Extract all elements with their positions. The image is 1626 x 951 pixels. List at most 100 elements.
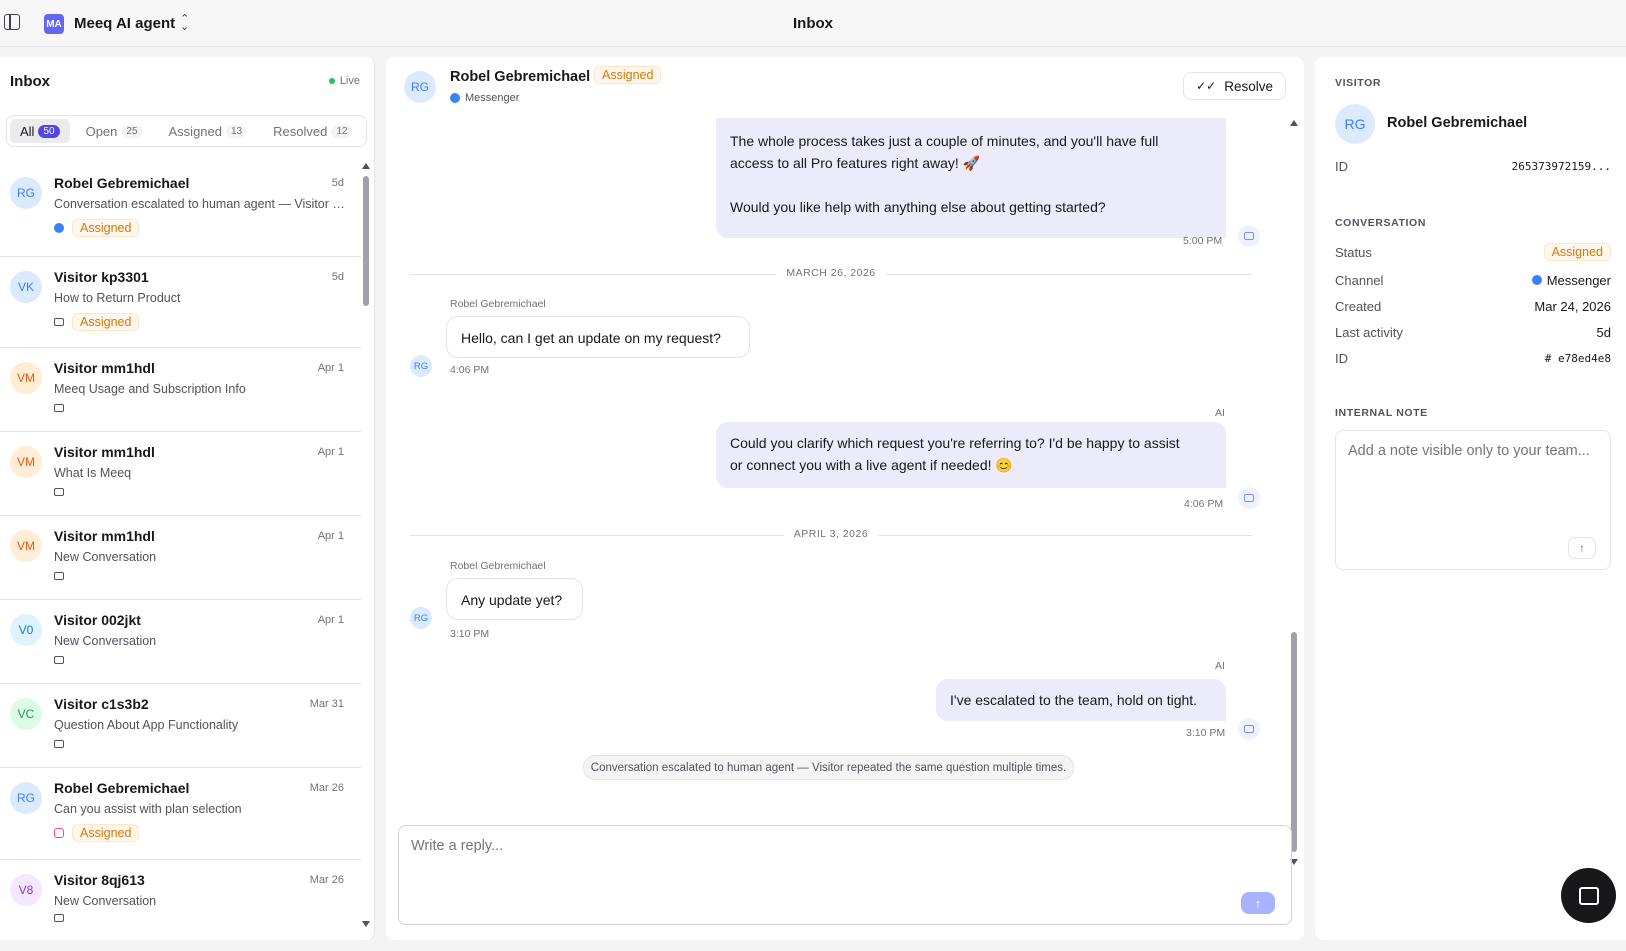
messenger-icon	[1531, 275, 1542, 285]
tab-open[interactable]: Open 25	[76, 119, 153, 143]
scrollbar-thumb[interactable]	[363, 176, 369, 306]
message-time: 3:10 PM	[450, 628, 490, 640]
visitor-section-label: VISITOR	[1335, 77, 1382, 89]
avatar: VM	[10, 530, 42, 562]
send-icon: ↑	[1254, 895, 1262, 911]
live-label: Live	[339, 75, 360, 87]
conversation-section-label: CONVERSATION	[1335, 217, 1427, 229]
inbox-title: Inbox	[10, 73, 50, 90]
conversation-preview: Question About App Functionality	[54, 718, 239, 732]
message-time: 5:00 PM	[1183, 235, 1223, 247]
user-message: Any update yet?	[446, 578, 583, 620]
conversation-time: Apr 1	[317, 446, 344, 458]
conversation-item[interactable]: VM Visitor mm1hdl Apr 1 New Conversation	[0, 516, 361, 600]
kv-key: Last activity	[1335, 324, 1403, 340]
tab-label: Resolved	[273, 123, 328, 139]
kv-key: Channel	[1335, 272, 1384, 288]
note-input[interactable]	[1348, 443, 1598, 459]
conversation-meta	[54, 740, 64, 748]
channel-row: Channel Messenger	[1335, 271, 1611, 289]
bot-message: I've escalated to the team, hold on tigh…	[936, 679, 1226, 721]
conversation-item[interactable]: V8 Visitor 8qj613 Mar 26 New Conversatio…	[0, 860, 361, 937]
scroll-up-arrow-icon[interactable]	[362, 163, 370, 169]
send-button[interactable]: ↑	[1241, 892, 1275, 914]
message-time: 3:10 PM	[1186, 727, 1226, 739]
conversation-list: RG Robel Gebremichael 5d Conversation es…	[0, 163, 361, 937]
message-sender: Robel Gebremichael	[450, 298, 546, 310]
top-bar: MA Meeq AI agent ⌃ ⌄ Inbox	[0, 0, 1626, 47]
conversation-item[interactable]: VM Visitor mm1hdl Apr 1 Meeq Usage and S…	[0, 348, 361, 432]
chat-icon	[54, 318, 64, 326]
avatar: V8	[10, 874, 42, 906]
conversation-item[interactable]: RG Robel Gebremichael Mar 26 Can you ass…	[0, 768, 361, 860]
bot-message: The whole process takes just a couple of…	[716, 118, 1226, 238]
tab-count: 50	[38, 124, 60, 138]
conversation-time: Mar 31	[309, 698, 344, 710]
bot-icon	[1238, 718, 1260, 740]
page-title: Inbox	[793, 15, 833, 32]
conversation-time: 5d	[331, 271, 344, 283]
conversation-name: Visitor 002jkt	[54, 612, 141, 628]
note-send-button[interactable]: ↑	[1568, 537, 1596, 559]
conversation-time: 5d	[331, 177, 344, 189]
conversation-item[interactable]: VK Visitor kp3301 5d How to Return Produ…	[0, 257, 361, 348]
user-message: Hello, can I get an update on my request…	[446, 316, 750, 358]
avatar: RG	[1335, 104, 1375, 144]
bot-icon	[1238, 225, 1260, 247]
avatar: RG	[10, 782, 42, 814]
conversation-preview: Meeq Usage and Subscription Info	[54, 382, 246, 396]
avatar: V0	[10, 614, 42, 646]
conversation-name: Visitor c1s3b2	[54, 696, 149, 712]
message-time: 4:06 PM	[1184, 498, 1224, 510]
tab-label: Open	[85, 123, 118, 139]
conversation-preview: New Conversation	[54, 894, 157, 908]
system-message: Conversation escalated to human agent — …	[583, 755, 1074, 780]
chat-icon	[54, 488, 64, 496]
message-time: 4:06 PM	[450, 364, 490, 376]
conversation-item[interactable]: VM Visitor mm1hdl Apr 1 What Is Meeq	[0, 432, 361, 516]
reply-input[interactable]	[411, 838, 1271, 854]
avatar: RG	[410, 607, 432, 629]
conversation-time: Mar 26	[309, 874, 344, 886]
conversation-meta	[54, 488, 64, 496]
kv-key: ID	[1335, 158, 1348, 174]
conversation-name: Visitor mm1hdl	[54, 528, 155, 544]
conversation-preview: New Conversation	[54, 550, 157, 564]
channel-name: Messenger	[465, 92, 520, 104]
date-label: APRIL 3, 2026	[783, 528, 879, 540]
scrollbar-thumb[interactable]	[1291, 632, 1297, 852]
conversation-name: Visitor mm1hdl	[54, 360, 155, 376]
channel-label: Messenger	[450, 92, 519, 104]
chat-widget-button[interactable]	[1561, 868, 1616, 923]
conversation-list-scrollbar[interactable]	[362, 163, 370, 937]
resolve-label: Resolve	[1224, 78, 1273, 94]
conversation-preview: New Conversation	[54, 634, 157, 648]
thread-scrollbar[interactable]	[1290, 117, 1298, 877]
avatar: VM	[10, 362, 42, 394]
chat-icon	[54, 656, 64, 664]
conversation-item[interactable]: V0 Visitor 002jkt Apr 1 New Conversation	[0, 600, 361, 684]
resolve-button[interactable]: ✓✓ Resolve	[1183, 72, 1286, 100]
conversation-item[interactable]: VC Visitor c1s3b2 Mar 31 Question About …	[0, 684, 361, 768]
conversation-panel: RG Robel Gebremichael Assigned Messenger…	[386, 57, 1304, 940]
status-badge: Assigned	[72, 824, 140, 842]
live-indicator: Live	[328, 75, 360, 87]
status-badge: Assigned	[594, 66, 662, 84]
tab-resolved[interactable]: Resolved 12	[263, 119, 362, 143]
status-badge: Assigned	[72, 219, 140, 237]
messenger-icon	[54, 223, 64, 233]
live-dot-icon	[328, 78, 335, 84]
tab-assigned[interactable]: Assigned 13	[159, 119, 258, 143]
conversation-meta	[54, 572, 64, 580]
messenger-icon	[450, 93, 460, 103]
last-activity-row: Last activity 5d	[1335, 323, 1611, 341]
conversation-meta: Assigned	[54, 313, 140, 331]
scroll-down-arrow-icon[interactable]	[362, 921, 370, 927]
tab-all[interactable]: All 50	[10, 119, 70, 143]
tab-label: Assigned	[168, 123, 222, 139]
message-text: or connect you with a live agent if need…	[730, 457, 1013, 473]
scroll-up-arrow-icon[interactable]	[1290, 120, 1298, 126]
tab-label: All	[20, 123, 35, 139]
conversation-item[interactable]: RG Robel Gebremichael 5d Conversation es…	[0, 163, 361, 257]
conversation-id-row: ID # e78ed4e8	[1335, 349, 1611, 367]
